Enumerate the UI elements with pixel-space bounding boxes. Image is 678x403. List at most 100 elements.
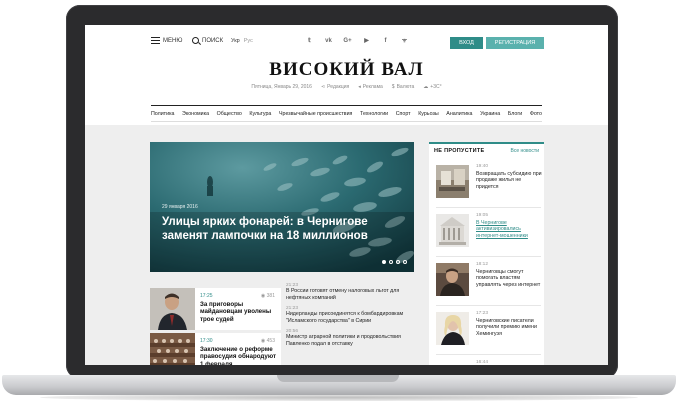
sidebar-item-time: 19:40 (476, 164, 489, 169)
nav-item-blogs[interactable]: Блоги (508, 111, 522, 117)
editorial-link[interactable]: ⋖ Редакция (321, 84, 349, 90)
sidebar-item-title[interactable]: Черниговские писатели получили премию им… (476, 318, 542, 337)
divider (436, 256, 541, 257)
sidebar-title: НЕ ПРОПУСТИТЕ (434, 148, 485, 154)
news-card-time: 17:25 (200, 293, 213, 299)
news-card-title[interactable]: Заключение о реформе правосудия обнароду… (200, 346, 280, 365)
top-bar: МЕНЮ ПОИСК Укр Рус 𝕥 vk G+ ▶ f ᯤ ВХОД РЕ… (85, 25, 608, 61)
editorial-label: Редакция (327, 84, 350, 90)
news-card-views: ◉ 453 (261, 338, 275, 344)
views-count: 453 (266, 338, 275, 344)
sidebar-item-photo (436, 214, 469, 247)
menu-label: МЕНЮ (163, 37, 183, 44)
sidebar-item[interactable]: 17:23 Черниговские писатели получили пре… (436, 311, 542, 352)
laptop-shadow (40, 394, 638, 401)
youtube-icon[interactable]: ▶ (362, 37, 371, 45)
search-button[interactable]: ПОИСК (192, 37, 223, 44)
search-label: ПОИСК (202, 37, 224, 44)
nav-item-society[interactable]: Общество (217, 111, 242, 117)
nav-item-culture[interactable]: Культура (249, 111, 271, 117)
rss-icon[interactable]: ᯤ (400, 37, 409, 45)
divider (436, 207, 541, 208)
laptop-notch (277, 375, 399, 382)
site-logo[interactable]: ВИСОКИЙ ВАЛ (85, 59, 608, 81)
news-card-photo (150, 288, 195, 330)
info-line: Пятница, Январь 29, 2016 ⋖ Редакция ◂ Рекл… (85, 84, 608, 90)
login-button[interactable]: ВХОД (450, 37, 483, 49)
hero-title[interactable]: Улицы ярких фонарей: в Чернигове заменят… (162, 215, 392, 243)
sidebar-item-time: 16:44 (476, 360, 489, 365)
lang-ukr[interactable]: Укр (231, 38, 240, 44)
google-plus-icon[interactable]: G+ (343, 37, 352, 45)
sidebar-header: НЕ ПРОПУСТИТЕ Все новости (429, 142, 544, 156)
register-button[interactable]: РЕГИСТРАЦИЯ (486, 37, 544, 49)
sidebar-dont-miss: НЕ ПРОПУСТИТЕ Все новости 19:40 Возвраща… (429, 142, 544, 365)
news-card-title[interactable]: За приговоры майдановцам уволены трое су… (200, 301, 280, 323)
twitter-icon[interactable]: 𝕥 (305, 37, 314, 45)
facebook-icon[interactable]: f (381, 37, 390, 45)
sidebar-item[interactable]: 19:05 В Чернигове активизировались интер… (436, 213, 542, 254)
list-item[interactable]: 21:23 Нидерланды присоединятся к бомбард… (286, 306, 414, 324)
nav-item-politics[interactable]: Политика (151, 111, 174, 117)
current-date: Пятница, Январь 29, 2016 (251, 84, 312, 90)
slider-dot[interactable] (403, 260, 407, 264)
news-list: 21:23 В России готовят отмену налоговых … (286, 283, 414, 352)
ads-label: Реклама (362, 84, 383, 90)
nav-item-emergencies[interactable]: Чрезвычайные происшествия (279, 111, 352, 117)
all-news-link[interactable]: Все новости (510, 148, 539, 154)
news-card-time: 17:30 (200, 338, 213, 344)
laptop-screen: МЕНЮ ПОИСК Укр Рус 𝕥 vk G+ ▶ f ᯤ ВХОД РЕ… (85, 25, 608, 365)
share-icon: ⋖ (320, 84, 326, 90)
hero-date: 29 января 2016 (162, 204, 198, 210)
news-card-photo (150, 333, 195, 365)
list-item-title[interactable]: Нидерланды присоединятся к бомбардировка… (286, 311, 414, 324)
vk-icon[interactable]: vk (324, 37, 333, 45)
list-item-title[interactable]: В России готовят отмену налоговых льгот … (286, 288, 414, 301)
nav-item-technology[interactable]: Технологии (360, 111, 388, 117)
weather-icon: ☁ (423, 84, 429, 90)
list-item[interactable]: 20:56 Министр аграрной политики и продов… (286, 329, 414, 347)
sidebar-item[interactable]: 18:12 Черниговцы смогут помогать властям… (436, 262, 542, 303)
sidebar-item-photo (436, 263, 469, 296)
divider (436, 354, 541, 355)
nav-item-sport[interactable]: Спорт (396, 111, 411, 117)
news-card[interactable]: 17:30 ◉ 453 Заключение о реформе правосу… (150, 333, 281, 365)
nav-item-curiosities[interactable]: Курьозы (418, 111, 439, 117)
news-card[interactable]: 17:25 ◉ 381 За приговоры майдановцам уво… (150, 288, 281, 330)
sidebar-item-time: 18:12 (476, 262, 489, 267)
sidebar-item-time: 19:05 (476, 213, 489, 218)
sidebar-item[interactable]: 16:44 (436, 360, 541, 365)
slider-dot[interactable] (389, 260, 393, 264)
list-item[interactable]: 21:23 В России готовят отмену налоговых … (286, 283, 414, 301)
sidebar-item-title[interactable]: Черниговцы смогут помогать властям управ… (476, 269, 542, 288)
list-item-title[interactable]: Министр аграрной политики и продовольств… (286, 334, 414, 347)
weather-label: +3С° (430, 84, 442, 90)
language-switcher: Укр Рус (231, 38, 253, 44)
hero-slider[interactable]: 29 января 2016 Улицы ярких фонарей: в Че… (150, 142, 414, 272)
currency-icon: $ (391, 84, 395, 90)
sidebar-item-title[interactable]: В Чернигове активизировались интернет-мо… (476, 220, 542, 239)
menu-button[interactable]: МЕНЮ (151, 37, 182, 44)
ads-link[interactable]: ◂ Реклама (358, 84, 383, 90)
weather-widget[interactable]: ☁ +3С° (423, 84, 441, 90)
search-icon (192, 37, 199, 44)
lang-rus[interactable]: Рус (244, 38, 253, 44)
nav-item-ukraine[interactable]: Украина (480, 111, 500, 117)
divider (436, 305, 541, 306)
social-links: 𝕥 vk G+ ▶ f ᯤ (305, 37, 409, 45)
slider-dot[interactable] (396, 260, 400, 264)
main-navigation: Политика Экономика Общество Культура Чре… (151, 105, 542, 122)
sidebar-item-photo (436, 312, 469, 345)
slider-dot[interactable] (382, 260, 386, 264)
news-card-views: ◉ 381 (261, 293, 275, 299)
hamburger-icon (151, 37, 160, 44)
currency-label: Валюта (396, 84, 415, 90)
sidebar-item[interactable]: 19:40 Возвращать субсидию при продаже жи… (436, 164, 542, 205)
currency-link[interactable]: $ Валюта (392, 84, 414, 90)
nav-item-analytics[interactable]: Аналитика (446, 111, 472, 117)
megaphone-icon: ◂ (358, 84, 361, 90)
sidebar-item-photo (436, 165, 469, 198)
sidebar-item-title[interactable]: Возвращать субсидию при продаже жилья не… (476, 171, 542, 190)
nav-item-photo[interactable]: Фото (530, 111, 542, 117)
nav-item-economy[interactable]: Экономика (182, 111, 209, 117)
